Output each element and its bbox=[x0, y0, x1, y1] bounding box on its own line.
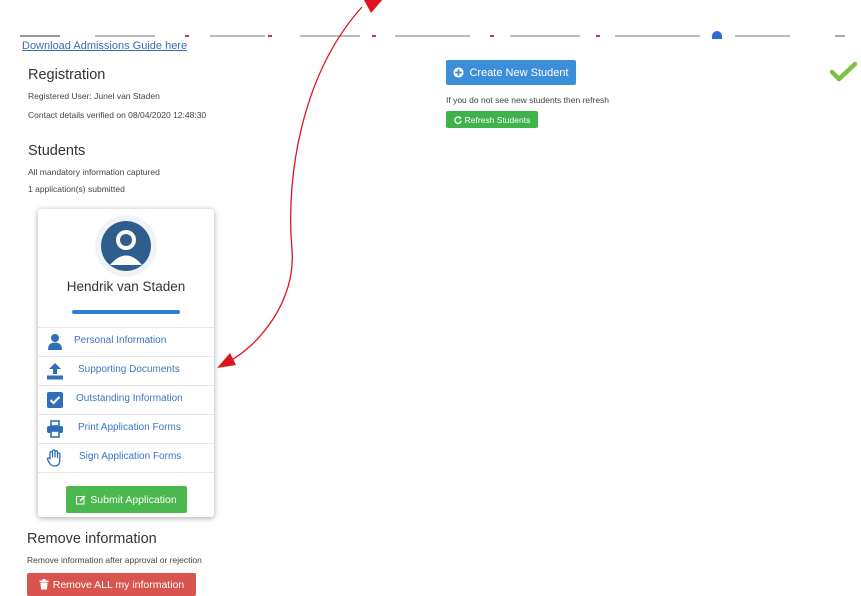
checkbox-icon bbox=[47, 392, 63, 408]
admissions-guide-link[interactable]: Download Admissions Guide here bbox=[22, 40, 187, 52]
menu-item-sign-application-forms[interactable]: Sign Application Forms bbox=[38, 443, 214, 473]
trash-icon bbox=[39, 579, 49, 590]
submit-application-button[interactable]: Submit Application bbox=[66, 486, 187, 513]
students-title: Students bbox=[28, 143, 86, 159]
menu-label-sign-application-forms: Sign Application Forms bbox=[79, 451, 182, 462]
remove-all-information-button[interactable]: Remove ALL my information bbox=[27, 573, 196, 596]
user-avatar-icon bbox=[101, 221, 151, 271]
contact-verified-text: Contact details verified on 08/04/2020 1… bbox=[28, 110, 207, 120]
menu-item-outstanding-information[interactable]: Outstanding Information bbox=[38, 385, 214, 415]
printer-icon bbox=[47, 420, 63, 438]
menu-label-outstanding-information: Outstanding Information bbox=[76, 393, 183, 404]
plus-circle-icon bbox=[453, 67, 465, 78]
menu-item-personal-information[interactable]: Personal Information bbox=[38, 327, 214, 357]
upload-icon bbox=[47, 363, 63, 380]
application-progress-fill bbox=[72, 310, 180, 314]
refresh-students-button[interactable]: Refresh Students bbox=[446, 111, 538, 128]
applications-submitted-text: 1 application(s) submitted bbox=[28, 184, 125, 194]
mandatory-info-text: All mandatory information captured bbox=[28, 167, 160, 177]
person-icon bbox=[48, 334, 62, 350]
menu-item-print-application-forms[interactable]: Print Application Forms bbox=[38, 414, 214, 444]
menu-label-print-application-forms: Print Application Forms bbox=[78, 422, 181, 433]
registration-title: Registration bbox=[28, 67, 106, 83]
checkmark-icon bbox=[830, 61, 857, 82]
menu-label-supporting-documents: Supporting Documents bbox=[78, 364, 180, 375]
registered-user-text: Registered User: Junel van Staden bbox=[28, 91, 160, 101]
student-card: Hendrik van Staden Personal Information … bbox=[38, 209, 214, 517]
remove-information-hint: Remove information after approval or rej… bbox=[27, 555, 202, 565]
student-name: Hendrik van Staden bbox=[66, 279, 186, 294]
create-new-student-button[interactable]: Create New Student bbox=[446, 60, 576, 85]
edit-icon bbox=[76, 494, 86, 504]
refresh-students-label: Refresh Students bbox=[464, 114, 531, 125]
refresh-hint-text: If you do not see new students then refr… bbox=[446, 95, 610, 105]
submit-application-label: Submit Application bbox=[90, 493, 177, 506]
top-navigation-strip bbox=[0, 0, 861, 40]
avatar bbox=[95, 215, 157, 277]
menu-label-personal-information: Personal Information bbox=[74, 335, 167, 346]
menu-item-supporting-documents[interactable]: Supporting Documents bbox=[38, 356, 214, 386]
remove-information-title: Remove information bbox=[27, 531, 157, 547]
hand-icon bbox=[46, 449, 61, 467]
refresh-icon bbox=[453, 115, 462, 124]
menu-divider bbox=[38, 472, 214, 473]
create-new-student-label: Create New Student bbox=[469, 66, 569, 79]
remove-all-information-label: Remove ALL my information bbox=[52, 578, 185, 591]
application-progress-bar bbox=[72, 310, 180, 314]
